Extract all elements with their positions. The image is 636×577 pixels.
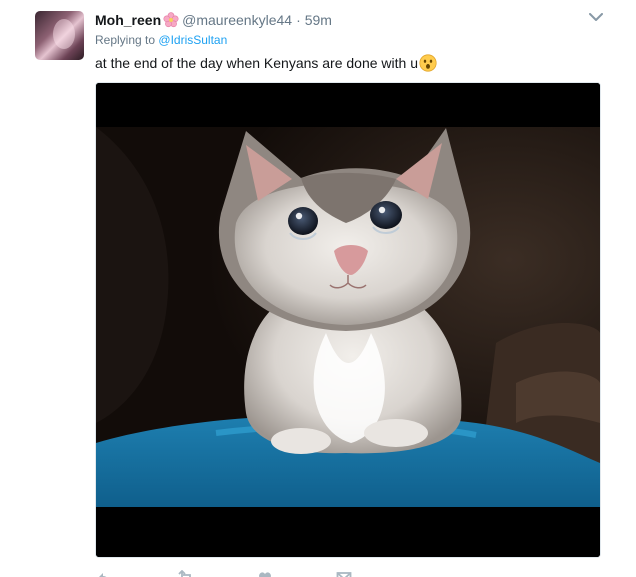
user-handle[interactable]: @maureenkyle44 — [182, 12, 292, 28]
tweet-text: at the end of the day when Kenyans are d… — [95, 54, 437, 72]
chevron-down-icon[interactable] — [587, 10, 605, 24]
display-name[interactable]: Moh_reen — [95, 12, 161, 28]
reply-to-link[interactable]: @IdrisSultan — [158, 33, 227, 47]
timestamp[interactable]: 59m — [305, 12, 332, 28]
avatar[interactable] — [35, 11, 84, 60]
retweet-icon[interactable] — [177, 570, 193, 577]
crying-kitten-photo — [96, 83, 600, 557]
reply-prefix: Replying to — [95, 33, 156, 47]
replying-to: Replying to @IdrisSultan — [95, 33, 227, 47]
tweet-header: Moh_reen @maureenkyle44 · 59m — [95, 10, 332, 30]
separator-dot: · — [296, 12, 301, 28]
reply-icon[interactable] — [95, 570, 111, 577]
hushed-face-icon — [419, 54, 437, 72]
dm-icon[interactable] — [336, 570, 352, 577]
like-icon[interactable] — [257, 570, 273, 577]
cherry-blossom-icon — [163, 12, 179, 28]
tweet-actions — [95, 570, 395, 577]
tweet-media-image[interactable] — [95, 82, 601, 558]
tweet-body: at the end of the day when Kenyans are d… — [95, 55, 419, 71]
tweet: Moh_reen @maureenkyle44 · 59m Replying t… — [0, 0, 636, 577]
